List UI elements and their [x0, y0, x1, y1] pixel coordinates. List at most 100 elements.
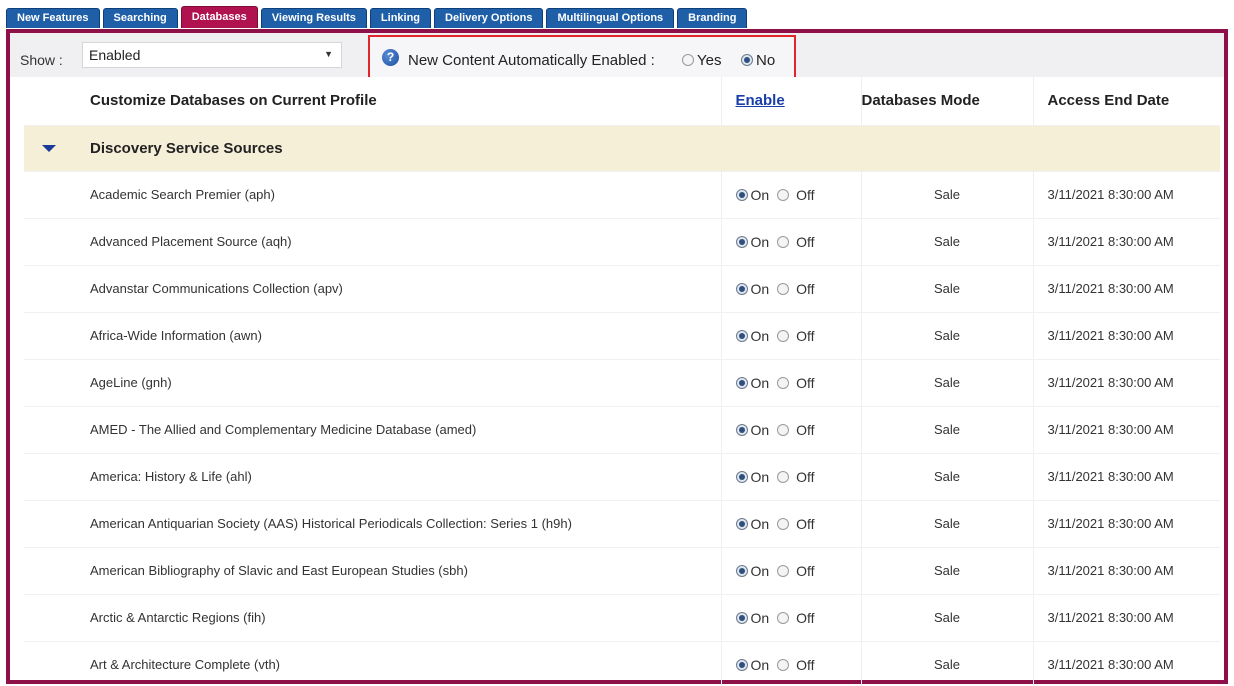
tab-searching[interactable]: Searching — [102, 8, 178, 28]
off-label: Off — [796, 421, 815, 438]
database-mode: Sale — [860, 312, 1033, 360]
off-radio[interactable] — [777, 376, 790, 389]
on-radio[interactable] — [735, 376, 748, 389]
table-row: American Antiquarian Society (AAS) Histo… — [24, 500, 1220, 548]
off-radio[interactable] — [777, 282, 790, 295]
off-radio[interactable] — [777, 658, 790, 671]
enable-toggle: On Off — [720, 500, 861, 548]
access-end-date: 3/11/2021 8:30:00 AM — [1032, 406, 1220, 454]
tab-delivery-options[interactable]: Delivery Options — [434, 8, 544, 28]
table-header-row: Customize Databases on Current Profile E… — [24, 77, 1220, 126]
off-radio[interactable] — [777, 329, 790, 342]
header-mode: Databases Mode — [860, 77, 1033, 126]
tab-viewing-results[interactable]: Viewing Results — [260, 8, 367, 28]
on-radio[interactable] — [735, 470, 748, 483]
table-row: Advanced Placement Source (aqh) On Off Sal… — [24, 218, 1220, 266]
help-icon[interactable]: ? — [382, 49, 399, 66]
auto-enable-no-radio[interactable] — [741, 54, 753, 66]
table-row: America: History & Life (ahl) On Off Sale 3… — [24, 453, 1220, 501]
on-label: On — [750, 609, 770, 626]
row-spacer — [24, 406, 76, 454]
off-radio[interactable] — [777, 188, 790, 201]
on-label: On — [750, 656, 770, 673]
database-mode: Sale — [860, 218, 1033, 266]
table-row: Art & Architecture Complete (vth) On Off S… — [24, 641, 1220, 686]
on-radio[interactable] — [735, 611, 748, 624]
database-name: Academic Search Premier (aph) — [76, 171, 721, 219]
databases-table: Customize Databases on Current Profile E… — [24, 77, 1220, 686]
header-date: Access End Date — [1032, 77, 1220, 126]
enable-toggle: On Off — [720, 359, 861, 407]
auto-enable-setting: ? New Content Automatically Enabled : Ye… — [368, 35, 796, 79]
tab-databases[interactable]: Databases — [180, 6, 258, 28]
on-radio[interactable] — [735, 235, 748, 248]
show-filter-value: Enabled — [89, 47, 141, 63]
on-label: On — [750, 562, 770, 579]
on-radio[interactable] — [735, 188, 748, 201]
access-end-date: 3/11/2021 8:30:00 AM — [1032, 594, 1220, 642]
on-radio[interactable] — [735, 658, 748, 671]
chevron-down-icon: ▼ — [324, 49, 333, 59]
on-radio[interactable] — [735, 423, 748, 436]
off-radio[interactable] — [777, 235, 790, 248]
tab-new-features[interactable]: New Features — [6, 8, 100, 28]
on-radio[interactable] — [735, 282, 748, 295]
enable-toggle: On Off — [720, 594, 861, 642]
auto-enable-yes-radio[interactable] — [682, 54, 694, 66]
table-row: AgeLine (gnh) On Off Sale 3/11/2021 8:30:00… — [24, 359, 1220, 407]
tab-branding[interactable]: Branding — [677, 8, 748, 28]
on-label: On — [750, 374, 770, 391]
off-radio[interactable] — [777, 517, 790, 530]
row-spacer — [24, 594, 76, 642]
off-radio[interactable] — [777, 470, 790, 483]
database-mode: Sale — [860, 359, 1033, 407]
collapse-toggle[interactable] — [24, 125, 76, 172]
access-end-date: 3/11/2021 8:30:00 AM — [1032, 641, 1220, 686]
off-label: Off — [796, 468, 815, 485]
database-mode: Sale — [860, 406, 1033, 454]
off-label: Off — [796, 609, 815, 626]
off-radio[interactable] — [777, 423, 790, 436]
database-mode: Sale — [860, 500, 1033, 548]
table-row: AMED - The Allied and Complementary Medi… — [24, 406, 1220, 454]
database-mode: Sale — [860, 547, 1033, 595]
enable-all-link[interactable]: Enable — [736, 92, 785, 109]
off-radio[interactable] — [777, 564, 790, 577]
auto-enable-no-option[interactable]: No — [741, 52, 775, 69]
on-radio[interactable] — [735, 329, 748, 342]
header-name: Customize Databases on Current Profile — [76, 77, 721, 126]
row-spacer — [24, 453, 76, 501]
database-name: AMED - The Allied and Complementary Medi… — [76, 406, 721, 454]
auto-enable-yes-option[interactable]: Yes — [682, 52, 721, 69]
enable-toggle: On Off — [720, 641, 861, 686]
off-label: Off — [796, 186, 815, 203]
settings-tab-bar: New Features Searching Databases Viewing… — [6, 6, 750, 28]
triangle-down-icon — [42, 144, 56, 152]
on-radio[interactable] — [735, 564, 748, 577]
on-radio[interactable] — [735, 517, 748, 530]
off-radio[interactable] — [777, 611, 790, 624]
database-mode: Sale — [860, 641, 1033, 686]
group-label: Discovery Service Sources — [76, 125, 1220, 172]
auto-enable-yes-label: Yes — [697, 52, 722, 69]
off-label: Off — [796, 233, 815, 250]
access-end-date: 3/11/2021 8:30:00 AM — [1032, 171, 1220, 219]
off-label: Off — [796, 374, 815, 391]
database-mode: Sale — [860, 594, 1033, 642]
group-row[interactable]: Discovery Service Sources — [24, 125, 1220, 172]
enable-toggle: On Off — [720, 453, 861, 501]
off-label: Off — [796, 656, 815, 673]
tab-multilingual-options[interactable]: Multilingual Options — [546, 8, 675, 28]
off-label: Off — [796, 515, 815, 532]
header-spacer — [24, 77, 76, 126]
database-name: AgeLine (gnh) — [76, 359, 721, 407]
database-name: Arctic & Antarctic Regions (fih) — [76, 594, 721, 642]
show-filter-select[interactable]: Enabled ▼ — [82, 42, 342, 68]
table-row: American Bibliography of Slavic and East… — [24, 547, 1220, 595]
database-name: American Bibliography of Slavic and East… — [76, 547, 721, 595]
on-label: On — [750, 468, 770, 485]
access-end-date: 3/11/2021 8:30:00 AM — [1032, 265, 1220, 313]
tab-linking[interactable]: Linking — [369, 8, 432, 28]
access-end-date: 3/11/2021 8:30:00 AM — [1032, 453, 1220, 501]
database-name: America: History & Life (ahl) — [76, 453, 721, 501]
